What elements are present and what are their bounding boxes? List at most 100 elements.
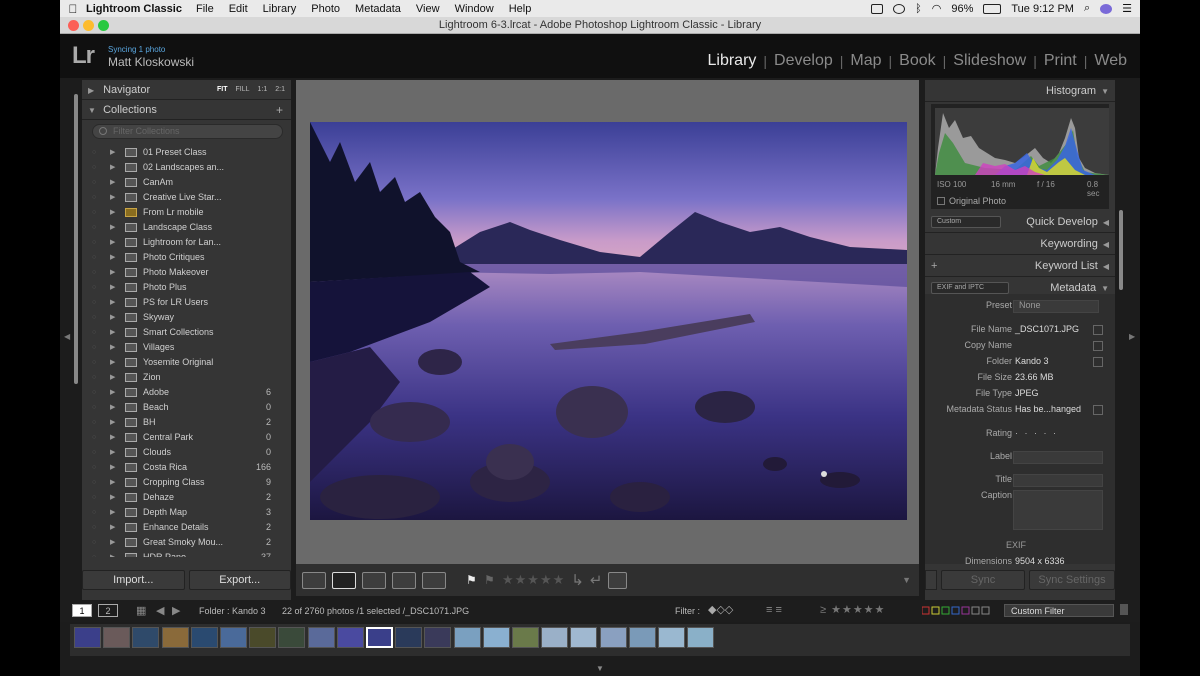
- wifi-icon[interactable]: ◠: [932, 2, 942, 15]
- expand-triangle-icon[interactable]: ▶: [110, 430, 115, 445]
- expand-triangle-icon[interactable]: ▶: [110, 325, 115, 340]
- metadata-field-value[interactable]: JPEG: [1015, 388, 1039, 398]
- collection-item[interactable]: ○ ▶ HDR Pano 37: [82, 550, 291, 557]
- metadata-action-icon[interactable]: [1093, 405, 1103, 415]
- filmstrip-thumbnail[interactable]: [307, 627, 335, 648]
- collection-item[interactable]: ○ ▶ BH 2: [82, 415, 291, 430]
- sync-settings-button[interactable]: Sync Settings: [1029, 570, 1115, 590]
- import-button[interactable]: Import...: [82, 570, 185, 590]
- menu-file[interactable]: File: [196, 3, 214, 15]
- filter-sliders-icon[interactable]: ≡ ≡: [766, 604, 782, 616]
- left-panel-scrollbar[interactable]: [74, 94, 78, 384]
- menu-view[interactable]: View: [416, 3, 440, 15]
- module-book[interactable]: Book: [892, 52, 942, 70]
- collection-item[interactable]: ○ ▶ 01 Preset Class: [82, 145, 291, 160]
- filmstrip-thumbnail[interactable]: [366, 627, 393, 648]
- target-collection-dot[interactable]: ○: [92, 385, 96, 400]
- custom-filter-dropdown[interactable]: Custom Filter: [1004, 604, 1114, 617]
- collections-header[interactable]: ▼ Collections +: [82, 100, 291, 120]
- expand-triangle-icon[interactable]: ▶: [110, 340, 115, 355]
- filmstrip-thumbnail[interactable]: [103, 627, 131, 648]
- filmstrip-thumbnail[interactable]: [278, 627, 306, 648]
- filmstrip-thumbnail[interactable]: [395, 627, 423, 648]
- expand-triangle-icon[interactable]: ▶: [110, 295, 115, 310]
- expand-triangle-icon[interactable]: ▶: [110, 310, 115, 325]
- current-folder[interactable]: Folder : Kando 3: [199, 606, 266, 616]
- collection-item[interactable]: ○ ▶ Enhance Details 2: [82, 520, 291, 535]
- menu-metadata[interactable]: Metadata: [355, 3, 401, 15]
- sync-status[interactable]: Syncing 1 photo: [108, 45, 165, 54]
- back-arrow-icon[interactable]: ◀: [156, 604, 164, 617]
- add-keyword-button[interactable]: +: [931, 255, 937, 277]
- filmstrip-thumbnail[interactable]: [336, 627, 364, 648]
- saved-preset-dropdown[interactable]: Custom: [931, 216, 1001, 228]
- metadata-action-icon[interactable]: [1093, 357, 1103, 367]
- target-collection-dot[interactable]: ○: [92, 205, 96, 220]
- crop-overlay-button[interactable]: [608, 571, 628, 589]
- expand-triangle-icon[interactable]: ▶: [110, 505, 115, 520]
- collection-item[interactable]: ○ ▶ Central Park 0: [82, 430, 291, 445]
- collection-item[interactable]: ○ ▶ Creative Live Star...: [82, 190, 291, 205]
- collection-item[interactable]: ○ ▶ Depth Map 3: [82, 505, 291, 520]
- filmstrip-thumbnail[interactable]: [658, 627, 685, 648]
- expand-triangle-icon[interactable]: ▶: [110, 355, 115, 370]
- target-collection-dot[interactable]: ○: [92, 490, 96, 505]
- metadata-action-icon[interactable]: [1093, 325, 1103, 335]
- target-collection-dot[interactable]: ○: [92, 295, 96, 310]
- expand-triangle-icon[interactable]: ▶: [110, 175, 115, 190]
- module-develop[interactable]: Develop: [767, 52, 840, 70]
- collection-item[interactable]: ○ ▶ 02 Landscapes an...: [82, 160, 291, 175]
- target-collection-dot[interactable]: ○: [92, 430, 96, 445]
- people-view-button[interactable]: [422, 571, 446, 589]
- secondary-window-button[interactable]: 2: [98, 604, 118, 617]
- collection-item[interactable]: ○ ▶ Costa Rica 166: [82, 460, 291, 475]
- collection-item[interactable]: ○ ▶ Lightroom for Lan...: [82, 235, 291, 250]
- filmstrip-thumbnail[interactable]: [512, 627, 539, 648]
- filmstrip-thumbnail[interactable]: [628, 627, 656, 648]
- filmstrip-thumbnail[interactable]: [687, 627, 715, 648]
- target-collection-dot[interactable]: ○: [92, 505, 96, 520]
- target-collection-dot[interactable]: ○: [92, 235, 96, 250]
- metadata-field-value[interactable]: 23.66 MB: [1015, 372, 1054, 382]
- sync-status-icon[interactable]: [893, 3, 906, 14]
- metadata-action-icon[interactable]: [1093, 341, 1103, 351]
- color-label-filter[interactable]: [921, 606, 1002, 616]
- target-collection-dot[interactable]: ○: [92, 370, 96, 385]
- bluetooth-icon[interactable]: ᛒ: [915, 3, 922, 15]
- expand-triangle-icon[interactable]: ▶: [110, 265, 115, 280]
- spotlight-icon[interactable]: ⌕: [1084, 2, 1090, 15]
- expand-triangle-icon[interactable]: ▶: [110, 415, 115, 430]
- clock[interactable]: Tue 9:12 PM: [1011, 3, 1074, 15]
- expand-triangle-icon[interactable]: ▶: [110, 250, 115, 265]
- main-window-button[interactable]: 1: [72, 604, 92, 617]
- collapse-filmstrip-icon[interactable]: ▼: [596, 664, 604, 673]
- target-collection-dot[interactable]: ○: [92, 550, 96, 557]
- export-button[interactable]: Export...: [188, 570, 291, 590]
- target-collection-dot[interactable]: ○: [92, 445, 96, 460]
- filmstrip-thumbnail[interactable]: [599, 627, 627, 648]
- target-collection-dot[interactable]: ○: [92, 160, 96, 175]
- collection-item[interactable]: ○ ▶ Zion: [82, 370, 291, 385]
- sync-toggle[interactable]: [925, 570, 937, 590]
- expand-triangle-icon[interactable]: ▶: [110, 235, 115, 250]
- target-collection-dot[interactable]: ○: [92, 145, 96, 160]
- expand-triangle-icon[interactable]: ▶: [110, 445, 115, 460]
- collection-item[interactable]: ○ ▶ Great Smoky Mou... 2: [82, 535, 291, 550]
- expand-triangle-icon[interactable]: ▶: [110, 520, 115, 535]
- filmstrip-thumbnail[interactable]: [570, 627, 598, 648]
- collection-item[interactable]: ○ ▶ Skyway: [82, 310, 291, 325]
- filmstrip-thumbnail[interactable]: [482, 627, 510, 648]
- metadata-field-value[interactable]: Has be...hanged: [1015, 404, 1081, 414]
- original-photo-checkbox[interactable]: Original Photo: [937, 196, 1006, 206]
- collection-item[interactable]: ○ ▶ PS for LR Users: [82, 295, 291, 310]
- module-print[interactable]: Print: [1037, 52, 1084, 70]
- target-collection-dot[interactable]: ○: [92, 190, 96, 205]
- expand-triangle-icon[interactable]: ▶: [110, 280, 115, 295]
- add-collection-button[interactable]: +: [276, 100, 283, 120]
- target-collection-dot[interactable]: ○: [92, 220, 96, 235]
- right-panel-scrollbar[interactable]: [1119, 210, 1123, 290]
- pick-flag-icon[interactable]: ⚑: [466, 573, 478, 587]
- menu-window[interactable]: Window: [455, 3, 494, 15]
- expand-triangle-icon[interactable]: ▶: [110, 475, 115, 490]
- expand-triangle-icon[interactable]: ▶: [110, 550, 115, 557]
